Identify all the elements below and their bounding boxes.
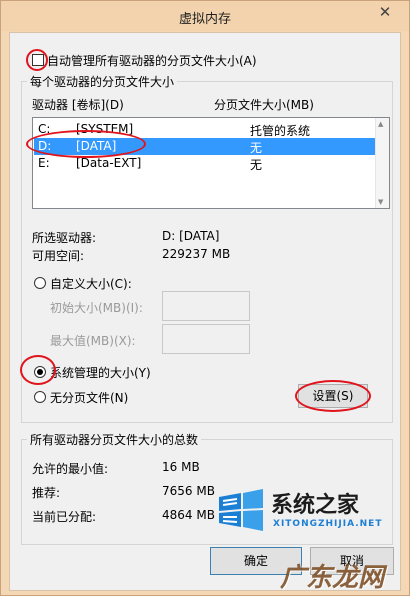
auto-manage-checkbox[interactable] bbox=[32, 54, 44, 66]
table-row[interactable]: D: [DATA] 无 bbox=[34, 138, 375, 155]
scroll-down-icon[interactable]: ▼ bbox=[378, 198, 383, 206]
drive-size: 无 bbox=[250, 158, 263, 172]
drive-size: 托管的系统 bbox=[250, 124, 311, 138]
current-allocated-label: 当前已分配: bbox=[32, 510, 97, 524]
drives-group-title: 每个驱动器的分页文件大小 bbox=[27, 73, 178, 90]
max-size-label: 最大值(MB)(X): bbox=[50, 334, 136, 348]
listbox-scrollbar[interactable]: ▲ ▼ bbox=[375, 118, 389, 208]
system-managed-radio[interactable] bbox=[34, 366, 46, 378]
selected-drive-value: D: [DATA] bbox=[162, 229, 220, 243]
current-allocated-value: 4864 MB bbox=[162, 508, 215, 522]
table-row[interactable]: C: [SYSTEM] 托管的系统 bbox=[34, 121, 375, 138]
drive-listbox[interactable]: C: [SYSTEM] 托管的系统 D: [DATA] 无 E: [Data-E… bbox=[32, 117, 390, 209]
custom-size-label: 自定义大小(C): bbox=[50, 277, 132, 291]
drive-letter: D: bbox=[38, 139, 52, 153]
auto-manage-label: 自动管理所有驱动器的分页文件大小(A) bbox=[47, 54, 257, 68]
initial-size-label: 初始大小(MB)(I): bbox=[50, 301, 143, 315]
min-allowed-label: 允许的最小值: bbox=[32, 462, 109, 476]
max-size-input[interactable] bbox=[162, 324, 250, 354]
table-row[interactable]: E: [Data-EXT] 无 bbox=[34, 155, 375, 172]
custom-size-radio[interactable] bbox=[34, 277, 46, 289]
drive-size: 无 bbox=[250, 141, 263, 155]
initial-size-input[interactable] bbox=[162, 291, 250, 321]
dialog-body: 自动管理所有驱动器的分页文件大小(A) 每个驱动器的分页文件大小 驱动器 [卷标… bbox=[9, 32, 401, 593]
column-size-header: 分页文件大小(MB) bbox=[214, 98, 314, 112]
title-bar: 虚拟内存 ✕ bbox=[1, 1, 409, 31]
drive-label: [Data-EXT] bbox=[76, 156, 142, 170]
drive-label: [DATA] bbox=[76, 139, 117, 153]
no-paging-label: 无分页文件(N) bbox=[50, 391, 129, 405]
drive-letter: E: bbox=[38, 156, 50, 170]
drive-label: [SYSTEM] bbox=[76, 122, 134, 136]
watermark-site2: 广东龙网 bbox=[280, 563, 385, 593]
total-group-title: 所有驱动器分页文件大小的总数 bbox=[27, 431, 202, 448]
window-title: 虚拟内存 bbox=[178, 12, 231, 27]
set-button[interactable]: 设置(S) bbox=[298, 384, 368, 408]
free-space-label: 可用空间: bbox=[32, 249, 85, 263]
no-paging-radio[interactable] bbox=[34, 391, 46, 403]
virtual-memory-dialog: 虚拟内存 ✕ 自动管理所有驱动器的分页文件大小(A) 每个驱动器的分页文件大小 … bbox=[0, 0, 410, 596]
close-icon[interactable]: ✕ bbox=[367, 1, 403, 23]
min-allowed-value: 16 MB bbox=[162, 460, 200, 474]
column-drive-header: 驱动器 [卷标](D) bbox=[32, 98, 124, 112]
drive-letter: C: bbox=[38, 122, 51, 136]
recommended-value: 7656 MB bbox=[162, 484, 215, 498]
selected-drive-label: 所选驱动器: bbox=[32, 231, 97, 245]
scroll-up-icon[interactable]: ▲ bbox=[378, 120, 383, 128]
system-managed-label: 系统管理的大小(Y) bbox=[50, 366, 151, 380]
recommended-label: 推荐: bbox=[32, 486, 61, 500]
free-space-value: 229237 MB bbox=[162, 247, 231, 261]
